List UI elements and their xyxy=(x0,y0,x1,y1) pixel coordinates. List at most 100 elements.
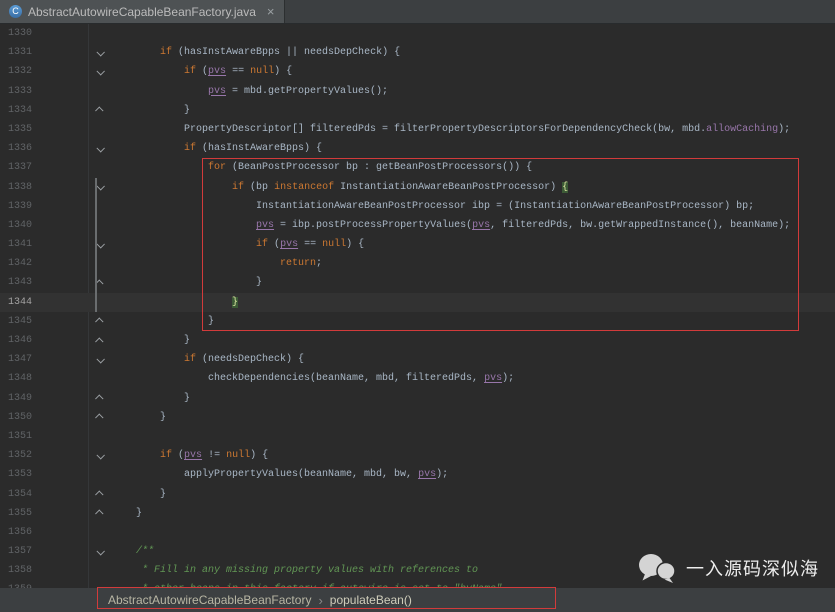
line-number[interactable]: 1347 xyxy=(0,350,88,369)
line-number[interactable]: 1337 xyxy=(0,158,88,177)
line-number[interactable]: 1345 xyxy=(0,312,88,331)
code-line[interactable]: 1344 } xyxy=(0,292,835,312)
code-line[interactable]: 1349 } xyxy=(0,389,835,408)
code-text: } xyxy=(112,488,167,500)
tab-title: AbstractAutowireCapableBeanFactory.java xyxy=(28,4,256,19)
code-line[interactable]: 1343 } xyxy=(0,273,835,292)
code-line[interactable]: 1334 } xyxy=(0,101,835,120)
code-line[interactable]: 1335 PropertyDescriptor[] filteredPds = … xyxy=(0,120,835,139)
line-number[interactable]: 1355 xyxy=(0,504,88,523)
code-line[interactable]: 1332 if (pvs == null) { xyxy=(0,62,835,81)
code-line[interactable]: 1339 InstantiationAwareBeanPostProcessor… xyxy=(0,197,835,216)
code-line[interactable]: 1337 for (BeanPostProcessor bp : getBean… xyxy=(0,158,835,177)
editor-tab[interactable]: C AbstractAutowireCapableBeanFactory.jav… xyxy=(0,0,285,23)
line-number[interactable]: 1358 xyxy=(0,561,88,580)
line-number[interactable]: 1339 xyxy=(0,197,88,216)
fold-collapse-icon[interactable] xyxy=(88,542,112,561)
code-line[interactable]: 1336 if (hasInstAwareBpps) { xyxy=(0,139,835,158)
code-text: if (pvs == null) { xyxy=(256,239,365,251)
line-number[interactable]: 1341 xyxy=(0,235,88,254)
line-number[interactable]: 1331 xyxy=(0,43,88,62)
code-line[interactable]: 1350 } xyxy=(0,408,835,427)
line-number[interactable]: 1357 xyxy=(0,542,88,561)
code-line[interactable]: 1341 if (pvs == null) { xyxy=(0,235,835,254)
code-line[interactable]: 1330 xyxy=(0,24,835,43)
fold-collapse-icon[interactable] xyxy=(88,178,112,197)
fold-end-icon[interactable] xyxy=(88,389,112,408)
fold-collapse-icon[interactable] xyxy=(88,235,112,254)
fold-collapse-icon[interactable] xyxy=(88,62,112,81)
fold-end-icon[interactable] xyxy=(88,273,112,292)
line-number[interactable]: 1350 xyxy=(0,408,88,427)
fold-end-icon[interactable] xyxy=(88,485,112,504)
code-line[interactable]: 1333 pvs = mbd.getPropertyValues(); xyxy=(0,82,835,101)
line-number[interactable]: 1342 xyxy=(0,254,88,273)
code-line[interactable]: 1340 pvs = ibp.postProcessPropertyValues… xyxy=(0,216,835,235)
fold-end-icon[interactable] xyxy=(88,312,112,331)
breadcrumb-item[interactable]: AbstractAutowireCapableBeanFactory xyxy=(108,593,311,607)
line-number[interactable]: 1344 xyxy=(0,293,88,312)
code-line[interactable]: 1354 } xyxy=(0,485,835,504)
line-number[interactable]: 1348 xyxy=(0,369,88,388)
code-text: for (BeanPostProcessor bp : getBeanPostP… xyxy=(208,162,533,174)
code-line[interactable]: 1342 return; xyxy=(0,254,835,273)
code-text: if (pvs != null) { xyxy=(160,450,269,462)
line-number[interactable]: 1352 xyxy=(0,446,88,465)
editor-lines: 1330 1331 if (hasInstAwareBpps || needsDe… xyxy=(0,24,835,600)
code-line[interactable]: 1347 if (needsDepCheck) { xyxy=(0,350,835,369)
code-line[interactable]: 1356 xyxy=(0,523,835,542)
code-text: pvs = ibp.postProcessPropertyValues(pvs,… xyxy=(256,219,791,231)
code-line[interactable]: 1345 } xyxy=(0,312,835,331)
line-number[interactable]: 1333 xyxy=(0,82,88,101)
fold-collapse-icon[interactable] xyxy=(88,446,112,465)
code-line[interactable]: 1338 if (bp instanceof InstantiationAwar… xyxy=(0,178,835,197)
tab-close-icon[interactable]: × xyxy=(267,4,275,19)
line-number[interactable]: 1353 xyxy=(0,465,88,484)
line-number[interactable]: 1332 xyxy=(0,62,88,81)
code-text: } xyxy=(112,335,191,346)
breadcrumb-separator-icon: › xyxy=(318,592,323,608)
line-number[interactable]: 1335 xyxy=(0,120,88,139)
fold-collapse-icon[interactable] xyxy=(88,139,112,158)
editor-tab-bar: C AbstractAutowireCapableBeanFactory.jav… xyxy=(0,0,835,24)
line-number[interactable]: 1338 xyxy=(0,178,88,197)
code-line[interactable]: 1346 } xyxy=(0,331,835,350)
line-number[interactable]: 1330 xyxy=(0,24,88,43)
fold-end-icon[interactable] xyxy=(88,504,112,523)
line-number[interactable]: 1334 xyxy=(0,101,88,120)
line-number[interactable]: 1346 xyxy=(0,331,88,350)
code-line[interactable]: 1353 applyPropertyValues(beanName, mbd, … xyxy=(0,465,835,484)
code-line[interactable]: 1352 if (pvs != null) { xyxy=(0,446,835,465)
line-number[interactable]: 1351 xyxy=(0,427,88,446)
code-text: if (needsDepCheck) { xyxy=(184,354,305,366)
code-text: } xyxy=(112,411,167,423)
line-number[interactable]: 1354 xyxy=(0,485,88,504)
fold-collapse-icon[interactable] xyxy=(88,43,112,62)
line-number[interactable]: 1356 xyxy=(0,523,88,542)
line-number[interactable]: 1349 xyxy=(0,389,88,408)
line-number[interactable]: 1340 xyxy=(0,216,88,235)
breadcrumb-item[interactable]: populateBean() xyxy=(330,593,412,607)
fold-collapse-icon[interactable] xyxy=(88,350,112,369)
line-number[interactable]: 1336 xyxy=(0,139,88,158)
fold-end-icon[interactable] xyxy=(88,408,112,427)
code-line[interactable]: 1348 checkDependencies(beanName, mbd, fi… xyxy=(0,369,835,388)
fold-end-icon[interactable] xyxy=(88,101,112,120)
code-text: checkDependencies(beanName, mbd, filtere… xyxy=(112,373,515,385)
code-text: return; xyxy=(280,258,323,270)
code-line[interactable]: 1351 xyxy=(0,427,835,446)
fold-end-icon[interactable] xyxy=(88,331,112,350)
code-line[interactable]: 1331 if (hasInstAwareBpps || needsDepChe… xyxy=(0,43,835,62)
line-number[interactable]: 1343 xyxy=(0,273,88,292)
code-line[interactable]: 1355 } xyxy=(0,504,835,523)
code-editor[interactable]: 1330 1331 if (hasInstAwareBpps || needsDe… xyxy=(0,24,835,612)
code-text: pvs = mbd.getPropertyValues(); xyxy=(208,85,389,97)
